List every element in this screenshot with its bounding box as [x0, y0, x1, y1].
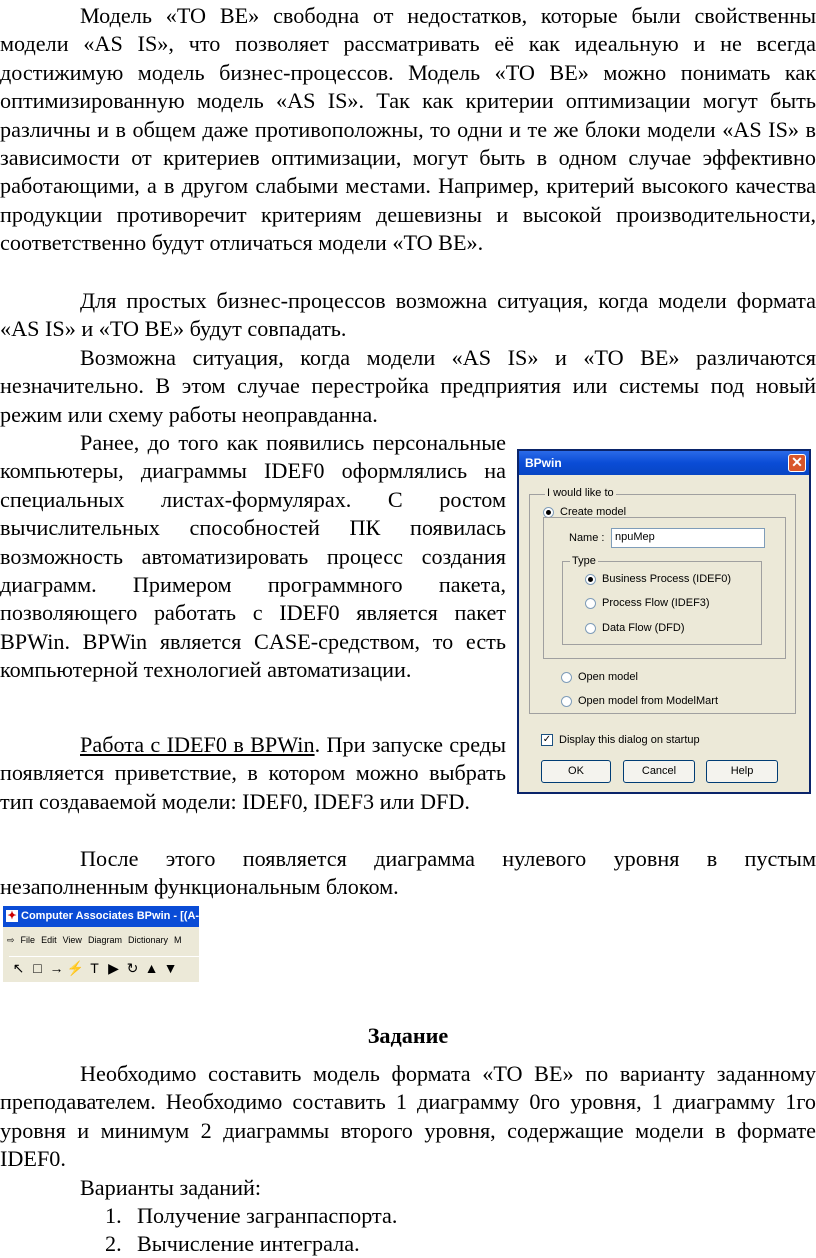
menu-view[interactable]: View	[63, 935, 82, 945]
arrow-tool-icon[interactable]: →	[47, 957, 66, 979]
menu-dictionary[interactable]: Dictionary	[128, 935, 168, 945]
menu-more[interactable]: M	[174, 935, 182, 945]
data-flow-label: Data Flow (DFD)	[602, 622, 685, 634]
name-label: Name :	[569, 532, 605, 544]
menu-edit[interactable]: Edit	[41, 935, 57, 945]
help-button[interactable]: Help	[706, 760, 778, 783]
open-model-radio[interactable]	[561, 672, 572, 683]
variants-title: Варианты заданий:	[80, 1175, 262, 1200]
cancel-button[interactable]: Cancel	[623, 760, 695, 783]
up-tool-icon[interactable]: ▲	[142, 957, 161, 979]
process-flow-label: Process Flow (IDEF3)	[602, 597, 710, 609]
list-item: 2. Вычисление интеграла.	[0, 1230, 816, 1258]
open-model-label: Open model	[578, 671, 638, 683]
menu-grip-icon: ⇨	[7, 935, 15, 945]
bpwin-app-snippet: Computer Associates BPwin - [(A-0 ✦ ⇨ Fil…	[3, 906, 199, 982]
close-icon[interactable]: ✕	[788, 454, 806, 472]
open-modelmart-radio[interactable]	[561, 696, 572, 707]
data-flow-radio[interactable]	[585, 623, 596, 634]
process-flow-radio[interactable]	[585, 598, 596, 609]
bpwin-section-link: Работа с IDEF0 в BPWin	[80, 732, 315, 757]
app-logo-icon: ✦	[6, 910, 18, 922]
list-item: 1. Получение загранпаспорта.	[0, 1202, 816, 1230]
text-tool-icon[interactable]: T	[85, 957, 104, 979]
paragraph-minor-difference: Возможна ситуация, когда модели «AS IS» …	[0, 345, 816, 427]
dialog-title-bar: BPwin	[519, 451, 809, 475]
dialog-title: BPwin	[525, 456, 562, 470]
paragraph-to-be-model: Модель «TO BE» свободна от недостатков, …	[0, 3, 816, 256]
business-process-label: Business Process (IDEF0)	[602, 573, 731, 585]
paragraph-bpwin-start: Работа с IDEF0 в BPWin. При запуске сред…	[0, 731, 506, 816]
paragraph-zero-level: После этого появляется диаграмма нулевог…	[0, 846, 816, 900]
rotate-tool-icon[interactable]: ↻	[123, 957, 142, 979]
list-item-number: 1.	[105, 1203, 122, 1228]
play-tool-icon[interactable]: ▶	[104, 957, 123, 979]
app-menu-bar: ⇨ File Edit View Diagram Dictionary M	[3, 929, 199, 951]
task-heading: Задание	[367, 1023, 449, 1048]
menu-file[interactable]: File	[21, 935, 36, 945]
business-process-radio[interactable]	[585, 574, 596, 585]
intent-group-label: I would like to	[545, 487, 616, 499]
box-tool-icon[interactable]: □	[28, 957, 47, 979]
app-title: Computer Associates BPwin - [(A-0	[21, 910, 199, 922]
type-group-label: Type	[570, 555, 598, 567]
app-title-bar: Computer Associates BPwin - [(A-0	[3, 906, 199, 927]
open-modelmart-label: Open model from ModelMart	[578, 695, 718, 707]
squiggle-tool-icon[interactable]: ⚡	[66, 957, 85, 979]
paragraph-idef0-history: Ранее, до того как появились персональны…	[0, 430, 506, 683]
paragraph-task: Необходимо составить модель формата «TO …	[0, 1061, 816, 1172]
list-item-number: 2.	[105, 1231, 122, 1256]
display-on-startup-checkbox[interactable]: ✓	[541, 734, 553, 746]
display-on-startup-label: Display this dialog on startup	[559, 734, 700, 746]
list-item-text: Вычисление интеграла.	[137, 1231, 360, 1256]
list-item-text: Получение загранпаспорта.	[137, 1203, 398, 1228]
ok-button[interactable]: OK	[541, 760, 611, 783]
bpwin-dialog: BPwin ✕ I would like to Create model Nam…	[517, 449, 811, 794]
pointer-tool-icon[interactable]: ↖	[9, 957, 28, 979]
model-name-input[interactable]: npuMep	[611, 528, 765, 548]
down-tool-icon[interactable]: ▼	[161, 957, 180, 979]
menu-diagram[interactable]: Diagram	[88, 935, 122, 945]
app-toolbar: ↖ □ → ⚡ T ▶ ↻ ▲ ▼	[9, 956, 199, 979]
paragraph-simple-processes: Для простых бизнес-процессов возможна си…	[0, 288, 816, 342]
